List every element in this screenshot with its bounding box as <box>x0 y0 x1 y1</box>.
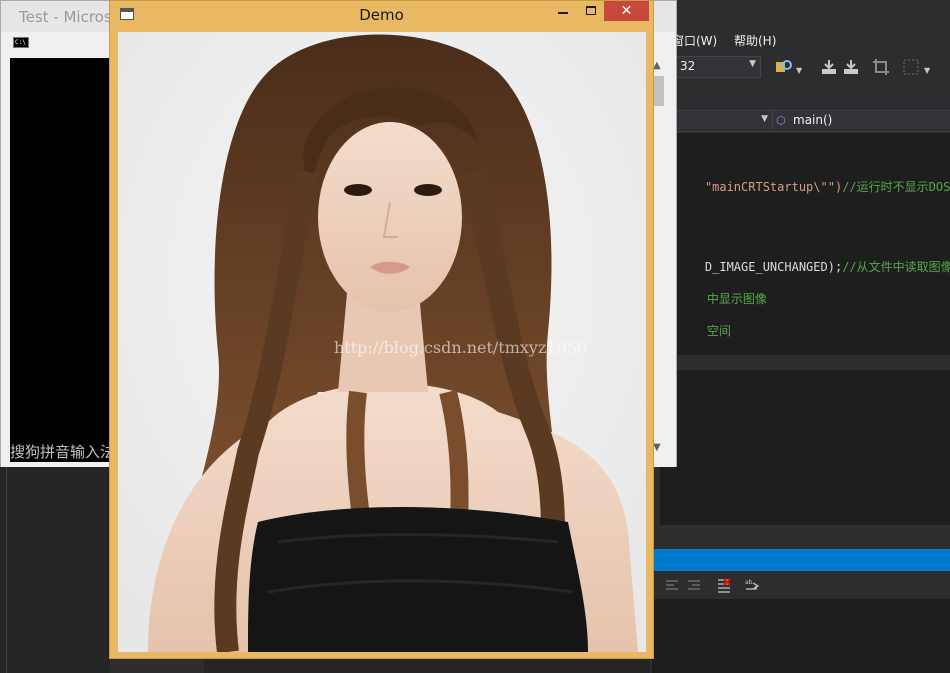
crop-icon[interactable] <box>872 58 890 76</box>
dropdown-arrow-icon[interactable]: ▼ <box>796 66 802 75</box>
chevron-down-icon: ▼ <box>749 59 756 69</box>
code-line-1: "mainCRTStartup\"")//运行时不显示DOS框 <box>676 164 950 209</box>
nav-member-dropdown[interactable]: ⬡ main() <box>772 111 950 130</box>
code-comment: //从文件中读取图像 <box>842 260 950 274</box>
grid-icon[interactable] <box>902 58 920 76</box>
next-message-icon[interactable] <box>686 577 702 593</box>
output-panel-title-bar[interactable] <box>652 549 950 571</box>
demo-title-bar[interactable]: Demo ✕ <box>110 1 653 30</box>
find-icon[interactable] <box>775 58 793 76</box>
watermark-text: http://blog.csdn.net/tmxyz1950 <box>334 338 588 357</box>
code-comment: 中显示图像 <box>706 292 767 306</box>
chevron-down-icon: ▼ <box>761 114 768 124</box>
demo-window[interactable]: Demo ✕ http://blog.csdn.net/tmxyz1950 <box>109 0 654 659</box>
method-cube-icon: ⬡ <box>776 114 786 127</box>
output-panel-body[interactable] <box>652 599 950 673</box>
platform-combo-value: 32 <box>680 59 696 73</box>
platform-combo[interactable]: 32 ▼ <box>675 56 761 78</box>
ime-status-text: 搜狗拼音输入法 <box>10 443 116 461</box>
code-comment: 空间 <box>706 324 731 338</box>
scroll-up-icon[interactable]: ▲ <box>653 60 661 71</box>
step-into-icon[interactable] <box>842 58 860 76</box>
output-panel-header <box>652 525 950 549</box>
code-string: "mainCRTStartup\"") <box>704 180 843 194</box>
editor-horizontal-scrollbar[interactable] <box>660 355 950 370</box>
output-panel-toolbar: ab <box>652 571 950 599</box>
console-title: Test - Micros <box>19 8 112 26</box>
panel-divider <box>6 467 7 673</box>
code-comment: //运行时不显示DOS框 <box>842 180 950 194</box>
clear-all-icon[interactable] <box>716 577 732 593</box>
close-button[interactable]: ✕ <box>604 1 649 21</box>
code-text: D_IMAGE_UNCHANGED); <box>704 260 843 274</box>
scroll-down-icon[interactable]: ▼ <box>653 442 661 453</box>
menu-help[interactable]: 帮助(H) <box>734 32 776 49</box>
maximize-button[interactable] <box>577 1 604 21</box>
console-system-icon[interactable]: C:\ <box>13 37 29 48</box>
word-wrap-icon[interactable]: ab <box>744 577 760 593</box>
breakpoint-step-icon[interactable] <box>820 58 838 76</box>
menu-window[interactable]: 窗口(W) <box>672 32 717 49</box>
minimize-button[interactable] <box>550 1 577 21</box>
svg-text:ab: ab <box>745 579 753 586</box>
minimize-icon <box>558 12 568 14</box>
demo-image-area: http://blog.csdn.net/tmxyz1950 <box>118 32 646 652</box>
vs-left-panel <box>0 467 110 673</box>
maximize-icon <box>586 6 596 15</box>
nav-member-label: main() <box>793 113 833 127</box>
dropdown-arrow-icon[interactable]: ▼ <box>924 66 930 75</box>
close-icon: ✕ <box>620 3 633 19</box>
previous-message-icon[interactable] <box>664 577 680 593</box>
code-line-4: 空间 <box>678 308 731 353</box>
scroll-thumb[interactable] <box>654 76 664 106</box>
